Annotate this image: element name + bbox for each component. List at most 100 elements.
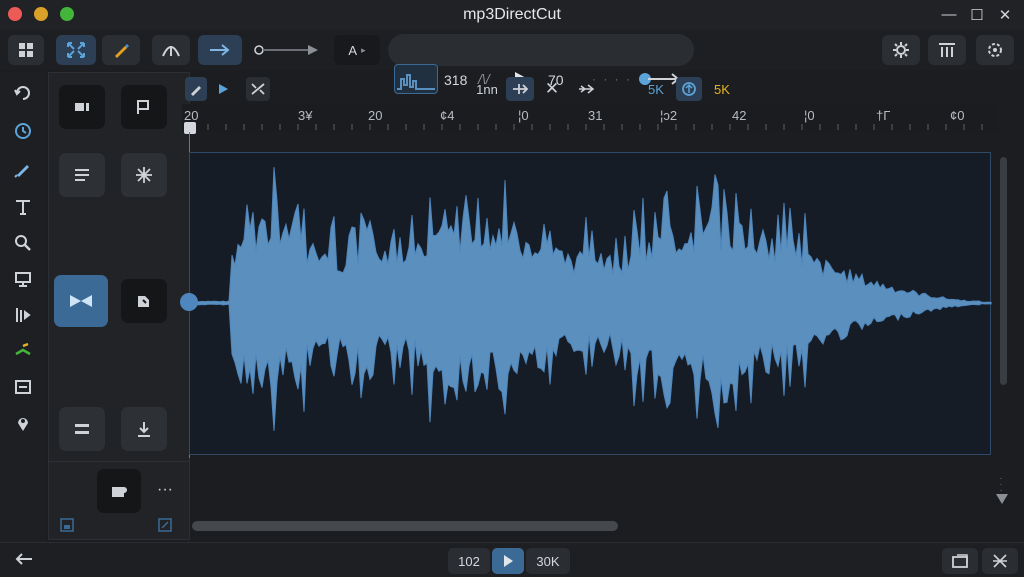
waveform-view[interactable] <box>189 152 992 455</box>
flag-icon <box>137 100 149 114</box>
play-icon <box>219 84 228 94</box>
collapse-button[interactable] <box>982 548 1018 574</box>
list-icon <box>75 169 89 181</box>
pen-icon <box>14 165 29 178</box>
corner-right-icon[interactable] <box>157 517 173 533</box>
status-bar: 102 30K <box>0 542 1024 577</box>
edit-subtoolbar: 1nn ✕ 5K 5K <box>182 75 1012 103</box>
ruler-tick-label: ¦0 <box>804 108 815 123</box>
status-value-left[interactable]: 102 <box>448 548 490 574</box>
grid-menu-button[interactable] <box>8 35 44 65</box>
sync-button[interactable] <box>676 77 702 101</box>
a-label: A <box>348 42 358 58</box>
ruler-tick-label: ¢4 <box>440 108 455 123</box>
left-tool-rail <box>0 72 46 542</box>
sk-label-2[interactable]: 5K <box>708 77 736 101</box>
window-title: mp3DirectCut <box>463 6 561 23</box>
fade-button[interactable] <box>152 35 190 65</box>
mix-tool[interactable] <box>8 336 38 366</box>
zoom-tool[interactable] <box>8 228 38 258</box>
corner-left-icon[interactable] <box>59 517 75 533</box>
panel-button-8[interactable] <box>121 407 167 451</box>
bars-icon <box>16 308 31 322</box>
status-play-button[interactable] <box>492 548 524 574</box>
move-icon <box>513 84 529 94</box>
shuffle-icon <box>251 83 265 95</box>
ruler-tick-label: 20 <box>184 108 199 123</box>
options-button[interactable] <box>976 35 1014 65</box>
fast-forward-icon <box>579 84 595 94</box>
columns-button[interactable] <box>928 35 966 65</box>
columns-icon <box>939 43 955 57</box>
panel-button-4[interactable] <box>121 153 167 197</box>
scroll-down-icon[interactable] <box>994 492 1010 506</box>
puzzle-icon <box>112 487 127 497</box>
lm-button[interactable]: 1nn <box>470 77 504 101</box>
monitor-icon <box>15 272 31 287</box>
gear-icon <box>893 42 909 58</box>
vertical-scrollbar[interactable] <box>1000 157 1007 385</box>
frame-tool[interactable] <box>8 372 38 402</box>
pencil-icon <box>191 86 201 96</box>
marker-icon <box>115 44 129 58</box>
ruler-tick-label: ¢0 <box>950 108 965 123</box>
block-icon <box>75 103 89 111</box>
arrows-icon <box>15 342 31 356</box>
panel-button-7[interactable] <box>59 407 105 451</box>
ruler-minor-ticks <box>189 124 983 130</box>
ruler-tick-label: ¦0 <box>518 108 529 123</box>
a-button[interactable]: A ▸ <box>334 35 380 65</box>
close-icon[interactable]: ✕ <box>996 6 1014 24</box>
expand-icon <box>67 42 85 58</box>
forward-button[interactable] <box>572 77 600 101</box>
window-mode-button[interactable] <box>942 548 978 574</box>
move-button[interactable] <box>506 77 534 101</box>
panel-button-9[interactable] <box>97 469 141 513</box>
location-tool[interactable] <box>8 408 38 438</box>
settings-button[interactable] <box>882 35 920 65</box>
playhead-handle[interactable] <box>180 293 198 311</box>
split-tool[interactable] <box>8 300 38 330</box>
sk-label-1[interactable]: 5K <box>642 77 670 101</box>
panel-button-2[interactable] <box>121 85 167 129</box>
position-slider[interactable] <box>252 43 324 57</box>
panel-button-cut-selected[interactable] <box>54 275 108 327</box>
waveform-graphic <box>190 167 992 431</box>
ruler-tick-label: ¦ɔ2 <box>660 108 678 123</box>
window-icon <box>952 554 968 568</box>
panel-button-1[interactable] <box>59 85 105 129</box>
pin-icon <box>18 418 28 431</box>
text-tool[interactable] <box>8 192 38 222</box>
title-bar: mp3DirectCut — ☐ ✕ <box>0 0 1024 30</box>
back-arrow-icon[interactable] <box>14 551 34 567</box>
timer-tool[interactable] <box>8 116 38 146</box>
asterisk-icon <box>136 167 152 183</box>
maximize-icon[interactable]: ☐ <box>968 6 986 24</box>
close-selection-icon[interactable]: ✕ <box>540 77 564 101</box>
status-value-right[interactable]: 30K <box>526 548 570 574</box>
more-icon[interactable]: ··· <box>157 481 173 499</box>
ruler-tick-label: †Γ <box>876 108 891 123</box>
arrow-forward-button[interactable] <box>198 35 242 65</box>
panel-button-6[interactable] <box>121 279 167 323</box>
undo-tool[interactable] <box>8 78 38 108</box>
pencil-button[interactable] <box>185 77 207 101</box>
display-tool[interactable] <box>8 264 38 294</box>
equals-icon <box>75 424 89 434</box>
bowtie-icon <box>70 295 92 307</box>
ruler-tick-label: 31 <box>588 108 603 123</box>
frame-icon <box>15 380 31 394</box>
cog-icon <box>988 43 1002 57</box>
collapse-icon <box>993 554 1007 568</box>
horizontal-scrollbar[interactable] <box>192 521 618 531</box>
sub-play-button[interactable] <box>212 77 234 101</box>
start-marker-icon[interactable] <box>184 122 196 134</box>
shuffle-button[interactable] <box>246 77 270 101</box>
panel-button-3[interactable] <box>59 153 105 197</box>
main-toolbar: A ▸ 318 /\/ 70 · · · · <box>0 30 1024 94</box>
minimize-icon[interactable]: — <box>940 6 958 23</box>
marker-tool-button[interactable] <box>102 35 140 65</box>
expand-button[interactable] <box>56 35 96 65</box>
text-icon <box>16 200 30 215</box>
pen-tool[interactable] <box>8 154 38 184</box>
